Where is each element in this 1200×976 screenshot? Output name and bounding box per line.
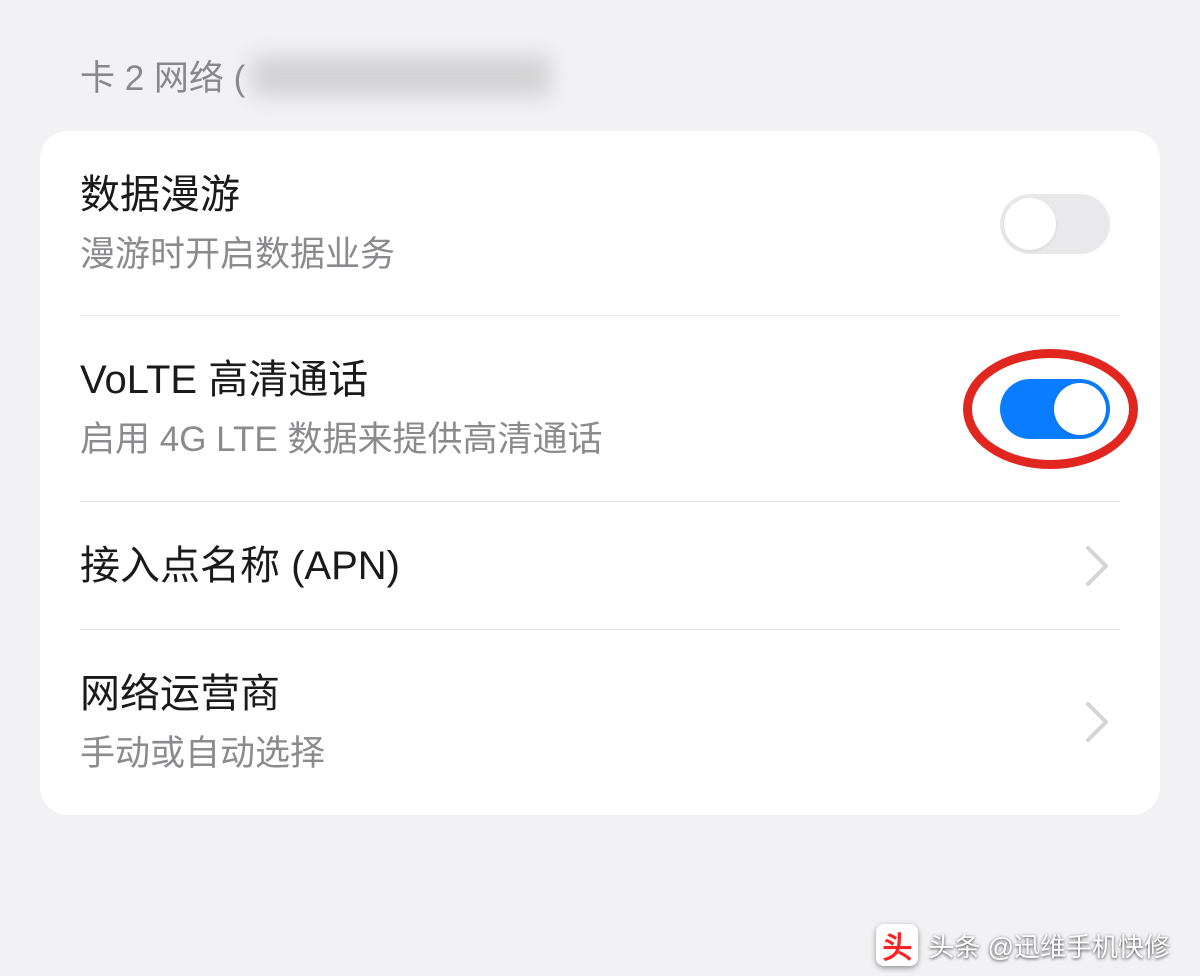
volte-toggle[interactable] — [1000, 379, 1110, 439]
toggle-knob — [1004, 198, 1056, 250]
volte-row[interactable]: VoLTE 高清通话 启用 4G LTE 数据来提供高清通话 — [40, 316, 1160, 501]
volte-text: VoLTE 高清通话 启用 4G LTE 数据来提供高清通话 — [80, 354, 1000, 463]
volte-title: VoLTE 高清通话 — [80, 354, 1000, 406]
section-header: 卡 2 网络 ( — [40, 30, 1160, 131]
data-roaming-row[interactable]: 数据漫游 漫游时开启数据业务 — [40, 131, 1160, 316]
data-roaming-subtitle: 漫游时开启数据业务 — [80, 231, 1000, 278]
apn-row[interactable]: 接入点名称 (APN) — [40, 502, 1160, 630]
carrier-row[interactable]: 网络运营商 手动或自动选择 — [40, 630, 1160, 815]
carrier-subtitle: 手动或自动选择 — [80, 730, 1084, 777]
watermark-text: 头条 @迅维手机快修 — [928, 927, 1170, 964]
data-roaming-text: 数据漫游 漫游时开启数据业务 — [80, 169, 1000, 278]
apn-title: 接入点名称 (APN) — [80, 540, 1084, 592]
volte-subtitle: 启用 4G LTE 数据来提供高清通话 — [80, 416, 1000, 463]
section-header-text: 卡 2 网络 ( — [80, 50, 245, 101]
blurred-carrier-name — [251, 55, 551, 97]
toggle-knob — [1054, 383, 1106, 435]
data-roaming-toggle[interactable] — [1000, 194, 1110, 254]
chevron-right-icon — [1084, 544, 1110, 588]
apn-text: 接入点名称 (APN) — [80, 540, 1084, 592]
chevron-right-icon — [1084, 700, 1110, 744]
watermark: 头 头条 @迅维手机快修 — [876, 924, 1170, 966]
carrier-title: 网络运营商 — [80, 668, 1084, 720]
data-roaming-title: 数据漫游 — [80, 169, 1000, 221]
settings-card: 数据漫游 漫游时开启数据业务 VoLTE 高清通话 启用 4G LTE 数据来提… — [40, 131, 1160, 815]
carrier-text: 网络运营商 手动或自动选择 — [80, 668, 1084, 777]
watermark-logo-icon: 头 — [876, 924, 918, 966]
